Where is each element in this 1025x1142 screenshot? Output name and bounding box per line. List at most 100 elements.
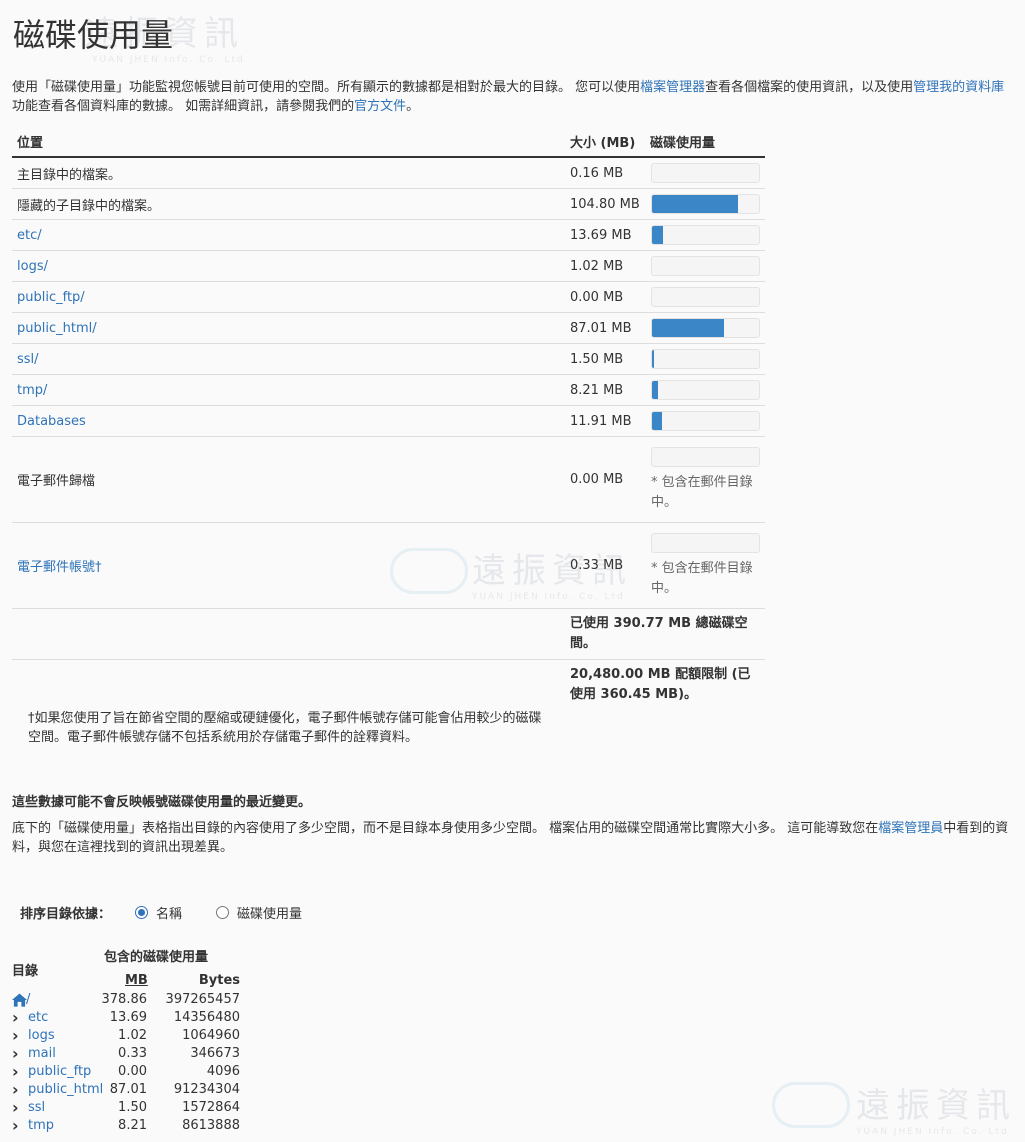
row-label-cell: 隱藏的子目錄中的檔案。 xyxy=(12,188,565,220)
chevron-right-icon[interactable]: › xyxy=(12,1117,22,1135)
usage-bar xyxy=(651,163,760,183)
directory-bytes: 91234304 xyxy=(173,1082,240,1097)
row-size: 13.69 MB xyxy=(565,219,645,251)
table-row: public_html/87.01 MB xyxy=(12,312,765,344)
row-label: 電子郵件歸檔 xyxy=(12,436,565,523)
row-label-cell: public_ftp/ xyxy=(12,281,565,313)
chevron-right-icon[interactable]: › xyxy=(12,1045,22,1063)
directory-name[interactable]: ssl xyxy=(28,1099,45,1117)
intro-text-3: 功能查看各個資料庫的數據。 如需詳細資訊，請參閱我們的 xyxy=(12,99,355,114)
row-usage xyxy=(645,250,765,282)
row-usage xyxy=(645,188,765,220)
row-size: 0.16 MB xyxy=(565,157,645,189)
directory-link[interactable]: tmp/ xyxy=(17,383,47,398)
row-usage xyxy=(645,374,765,406)
directory-mb: 0.00 xyxy=(118,1064,147,1079)
sort-control: 排序目錄依據： 名稱 磁碟使用量 xyxy=(20,903,336,922)
chevron-right-icon[interactable]: › xyxy=(12,1081,22,1099)
file-manager-link-2[interactable]: 檔案管理員 xyxy=(878,821,943,836)
directory-row: › etc 13.69 14356480 xyxy=(12,1009,252,1027)
usage-bar xyxy=(651,194,760,214)
usage-bar-fill xyxy=(652,226,663,244)
directory-mb: 8.21 xyxy=(118,1118,147,1133)
home-icon[interactable] xyxy=(12,993,27,1007)
directory-bytes: 4096 xyxy=(206,1064,240,1079)
directory-row-root: / 378.86 397265457 xyxy=(12,991,252,1009)
directory-row: › logs 1.02 1064960 xyxy=(12,1027,252,1045)
table-row: 隱藏的子目錄中的檔案。 104.80 MB xyxy=(12,188,765,220)
table-row-total-used: 已使用 390.77 MB 總磁碟空間。 xyxy=(12,608,765,660)
row-note: * 包含在郵件目錄中。 xyxy=(651,560,753,596)
watermark-bottom: 遠振資訊 YUAN JHEN Info. Co. Ltd xyxy=(856,1078,1016,1137)
directory-mb: 13.69 xyxy=(109,1010,147,1025)
usage-bar-fill xyxy=(652,195,738,213)
manage-databases-link[interactable]: 管理我的資料庫 xyxy=(913,80,1004,95)
table-row-quota: 20,480.00 MB 配額限制 (已使用 360.45 MB)。 xyxy=(12,660,765,711)
directory-link[interactable]: logs/ xyxy=(17,259,48,274)
directory-row: › public_ftp 0.00 4096 xyxy=(12,1063,252,1081)
row-size: 0.00 MB xyxy=(565,281,645,313)
row-label-cell: etc/ xyxy=(12,219,565,251)
email-accounts-link[interactable]: 電子郵件帳號† xyxy=(17,560,102,575)
directory-link[interactable]: ssl/ xyxy=(17,352,39,367)
usage-bar xyxy=(651,411,760,431)
sort-by-usage-radio[interactable] xyxy=(216,906,230,919)
page-title: 磁碟使用量 xyxy=(13,16,174,54)
total-used-text: 已使用 390.77 MB 總磁碟空間。 xyxy=(565,608,765,660)
header-location: 位置 xyxy=(12,126,565,158)
quota-text: 20,480.00 MB 配額限制 (已使用 360.45 MB)。 xyxy=(570,667,751,702)
watermark-sub: YUAN JHEN Info. Co. Ltd xyxy=(856,1127,1009,1137)
directory-link[interactable]: public_html/ xyxy=(17,321,97,336)
chevron-right-icon[interactable]: › xyxy=(12,1099,22,1117)
footnote: †如果您使用了旨在節省空間的壓縮或硬鏈優化，電子郵件帳號存儲可能會佔用較少的磁碟… xyxy=(28,711,542,745)
usage-bar xyxy=(651,287,760,307)
directory-bytes: 346673 xyxy=(190,1046,240,1061)
table-row: etc/13.69 MB xyxy=(12,219,765,251)
directory-link[interactable]: etc/ xyxy=(17,228,42,243)
directory-name[interactable]: / xyxy=(26,991,30,1009)
sort-label: 排序目錄依據： xyxy=(20,907,112,922)
usage-bar xyxy=(651,225,760,245)
usage-bar xyxy=(651,349,760,369)
chevron-right-icon[interactable]: › xyxy=(12,1063,22,1081)
directory-mb: 1.02 xyxy=(118,1028,147,1043)
chevron-right-icon[interactable]: › xyxy=(12,1027,22,1045)
directory-name[interactable]: mail xyxy=(28,1045,56,1063)
table-row-email-archive: 電子郵件歸檔 0.00 MB * 包含在郵件目錄中。 xyxy=(12,436,765,523)
row-size: 1.50 MB xyxy=(565,343,645,375)
row-label: 隱藏的子目錄中的檔案。 xyxy=(17,198,161,214)
directory-link[interactable]: Databases xyxy=(17,414,86,429)
usage-bar-fill xyxy=(652,381,659,399)
explanation-text-1: 底下的「磁碟使用量」表格指出目錄的內容使用了多少空間，而不是目錄本身使用多少空間… xyxy=(12,821,879,836)
usage-bar xyxy=(651,532,760,553)
directory-name[interactable]: logs xyxy=(28,1027,55,1045)
watermark-brand: 遠振資訊 xyxy=(856,1086,1016,1126)
row-size: 0.33 MB xyxy=(565,522,645,609)
header-included-usage: 包含的磁碟使用量 xyxy=(104,950,209,965)
sort-by-usage-option[interactable]: 磁碟使用量 xyxy=(216,903,302,922)
table-row: 主目錄中的檔案。 0.16 MB xyxy=(12,157,765,189)
row-usage xyxy=(645,405,765,437)
directory-name[interactable]: etc xyxy=(28,1009,48,1027)
sort-by-name-option[interactable]: 名稱 xyxy=(135,903,182,922)
table-row: ssl/1.50 MB xyxy=(12,343,765,375)
chevron-right-icon[interactable]: › xyxy=(12,1009,22,1027)
directory-name[interactable]: tmp xyxy=(28,1117,54,1135)
sort-by-name-radio[interactable] xyxy=(135,906,149,919)
row-usage xyxy=(645,219,765,251)
directory-mb: 1.50 xyxy=(118,1100,147,1115)
row-usage: * 包含在郵件目錄中。 xyxy=(645,522,765,609)
file-manager-link[interactable]: 檔案管理器 xyxy=(640,80,705,95)
header-mb[interactable]: MB xyxy=(125,973,148,988)
table-row: tmp/8.21 MB xyxy=(12,374,765,406)
directory-row: › mail 0.33 346673 xyxy=(12,1045,252,1063)
directory-name[interactable]: public_ftp xyxy=(28,1063,91,1081)
row-usage xyxy=(645,281,765,313)
row-usage: * 包含在郵件目錄中。 xyxy=(645,436,765,523)
documentation-link[interactable]: 官方文件 xyxy=(354,99,406,114)
usage-bar xyxy=(651,380,760,400)
directory-link[interactable]: public_ftp/ xyxy=(17,290,85,305)
table-row-email-accounts: 電子郵件帳號† 0.33 MB * 包含在郵件目錄中。 xyxy=(12,522,765,609)
directory-bytes: 8613888 xyxy=(182,1118,240,1133)
usage-bar xyxy=(651,318,760,338)
